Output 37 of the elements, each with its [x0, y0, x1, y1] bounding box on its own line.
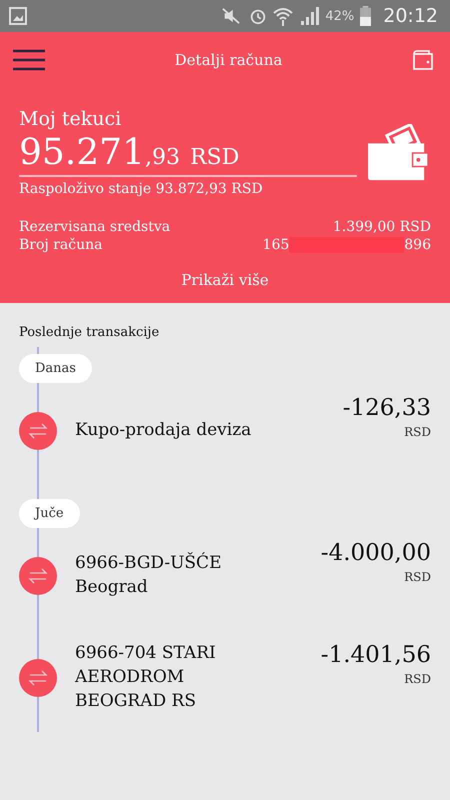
menu-button[interactable] [13, 49, 45, 71]
balance-amount: 95.271,93 RSD [19, 132, 240, 173]
battery-icon [360, 6, 372, 26]
gallery-icon [8, 6, 28, 26]
exchange-arrows-icon [19, 659, 57, 697]
transaction-row[interactable]: Kupo-prodaja deviza -126,33 RSD [19, 395, 431, 467]
transaction-currency: RSD [404, 425, 431, 439]
alarm-icon [249, 7, 268, 25]
transaction-name: 6966-704 STARI AERODROM BEOGRAD RS [75, 642, 217, 713]
transaction-currency: RSD [404, 672, 431, 686]
detail-label: Broj računa [19, 237, 102, 253]
detail-label: Rezervisana sredstva [19, 219, 170, 235]
transaction-amount: -1.401,56 [320, 642, 431, 668]
transaction-name: 6966-BGD-UŠĆE Beograd [75, 552, 222, 599]
account-name: Moj tekuci [19, 108, 122, 130]
wifi-icon [273, 6, 294, 26]
screen-title: Detalji računa [174, 51, 282, 69]
date-chip: Juče [19, 499, 80, 528]
section-title: Poslednje transakcije [19, 325, 160, 340]
battery-percent: 42% [325, 8, 354, 24]
exchange-arrows-icon [19, 557, 57, 595]
transaction-name: Kupo-prodaja deviza [75, 419, 252, 442]
wallet-with-money-icon [368, 124, 430, 182]
signal-icon [299, 6, 320, 26]
wallet-button[interactable] [412, 49, 434, 71]
detail-value: 1.399,00 RSD [332, 219, 431, 235]
transaction-amount: -4.000,00 [320, 540, 431, 566]
available-balance: Raspoloživo stanje 93.872,93 RSD [19, 181, 264, 197]
transaction-row[interactable]: 6966-704 STARI AERODROM BEOGRAD RS -1.401,56 RSD [19, 642, 431, 714]
account-number-start: 165 [262, 237, 290, 253]
transaction-row[interactable]: 6966-BGD-UŠĆE Beograd -4.000,00 RSD [19, 540, 431, 612]
clock: 20:12 [383, 5, 438, 27]
exchange-arrows-icon [19, 412, 57, 450]
date-chip: Danas [19, 354, 92, 383]
account-number-end: 896 [404, 237, 431, 253]
transaction-amount: -126,33 [342, 395, 431, 421]
transaction-currency: RSD [404, 570, 431, 584]
